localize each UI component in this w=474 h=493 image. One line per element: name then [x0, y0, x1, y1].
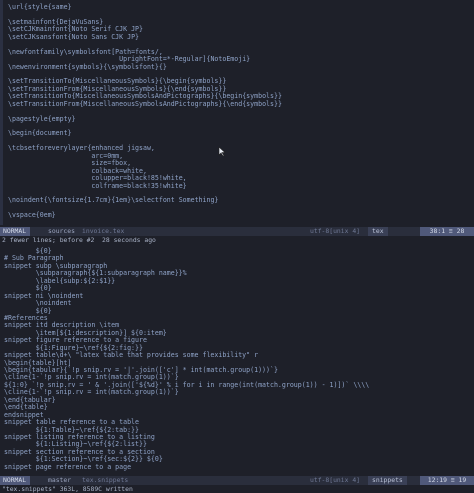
- code-lines[interactable]: \url{style{same} \setmainfont{DejaVuSans}…: [8, 3, 470, 220]
- code-line[interactable]: snippet ni \noindent: [4, 292, 470, 300]
- message-line-top: 2 fewer lines; before #2 28 seconds ago: [2, 236, 156, 244]
- editor-pane-top[interactable]: \url{style{same} \setmainfont{DejaVuSans}…: [0, 0, 474, 225]
- cursor-position: 12:19 ≡ 19: [420, 476, 474, 485]
- code-line[interactable]: snippet table\d+\ "latex table that prov…: [4, 351, 470, 359]
- code-line[interactable]: \begin{document}: [8, 129, 470, 137]
- git-branch: master: [48, 476, 72, 484]
- code-line[interactable]: colframe=black!35!white}: [8, 182, 470, 190]
- mouse-pointer-icon: [218, 146, 226, 156]
- statusline-bottom: NORMAL master tex.snippets utf-8[unix 4]…: [0, 476, 474, 485]
- file-name: tex.snippets: [82, 476, 129, 484]
- code-line[interactable]: \label{subp:${2:$1}}: [4, 277, 470, 285]
- code-line[interactable]: snippet page reference to a page: [4, 463, 470, 471]
- code-line[interactable]: \noindent{\fontsize{1.7cm}{1em}\selectfo…: [8, 196, 470, 204]
- code-line[interactable]: \newenvironment{symbols}{\symbolsfont}{}: [8, 63, 470, 71]
- git-branch: sources: [48, 227, 75, 235]
- code-line[interactable]: [8, 205, 470, 212]
- code-line[interactable]: \cline{1-`!p snip.rv = int(match.group(1…: [4, 388, 470, 396]
- file-type: snippets: [368, 476, 407, 485]
- code-line[interactable]: ${0}: [4, 307, 470, 315]
- file-type: tex: [368, 227, 388, 236]
- code-line[interactable]: ${0}: [4, 247, 470, 255]
- code-line[interactable]: \end{table}: [4, 403, 470, 411]
- code-line[interactable]: [8, 123, 470, 130]
- code-line[interactable]: \end{tabular}: [4, 396, 470, 404]
- command-line[interactable]: "tex.snippets" 363L, 8589C written: [2, 485, 472, 493]
- code-line[interactable]: \noindent: [4, 299, 470, 307]
- code-lines[interactable]: ${0} # Sub Paragraph snippet subp \subpara…: [4, 247, 470, 471]
- terminal-window: \url{style{same} \setmainfont{DejaVuSans}…: [0, 0, 474, 493]
- code-line[interactable]: [8, 108, 470, 115]
- statusline-top: NORMAL sources invoice.tex utf-8[unix 4]…: [0, 227, 474, 236]
- sign-column: [0, 0, 3, 225]
- file-encoding: utf-8[unix 4]: [310, 476, 361, 484]
- code-line[interactable]: \vspace{0em}: [8, 211, 470, 219]
- mode-indicator: NORMAL: [0, 227, 31, 236]
- code-line[interactable]: \setTransitionFrom{MiscellaneousSymbolsA…: [8, 100, 470, 108]
- code-line[interactable]: \url{style{same}: [8, 3, 470, 11]
- mode-indicator: NORMAL: [0, 476, 31, 485]
- code-line[interactable]: \pagestyle{empty}: [8, 115, 470, 123]
- file-name: invoice.tex: [82, 227, 125, 235]
- file-encoding: utf-8[unix 4]: [310, 227, 361, 235]
- editor-pane-bottom[interactable]: ${0} # Sub Paragraph snippet subp \subpara…: [0, 246, 474, 474]
- cursor-position: 38:1 ≡ 28: [420, 227, 474, 236]
- code-line[interactable]: \setCJKsansfont{Noto Sans CJK JP}: [8, 33, 470, 41]
